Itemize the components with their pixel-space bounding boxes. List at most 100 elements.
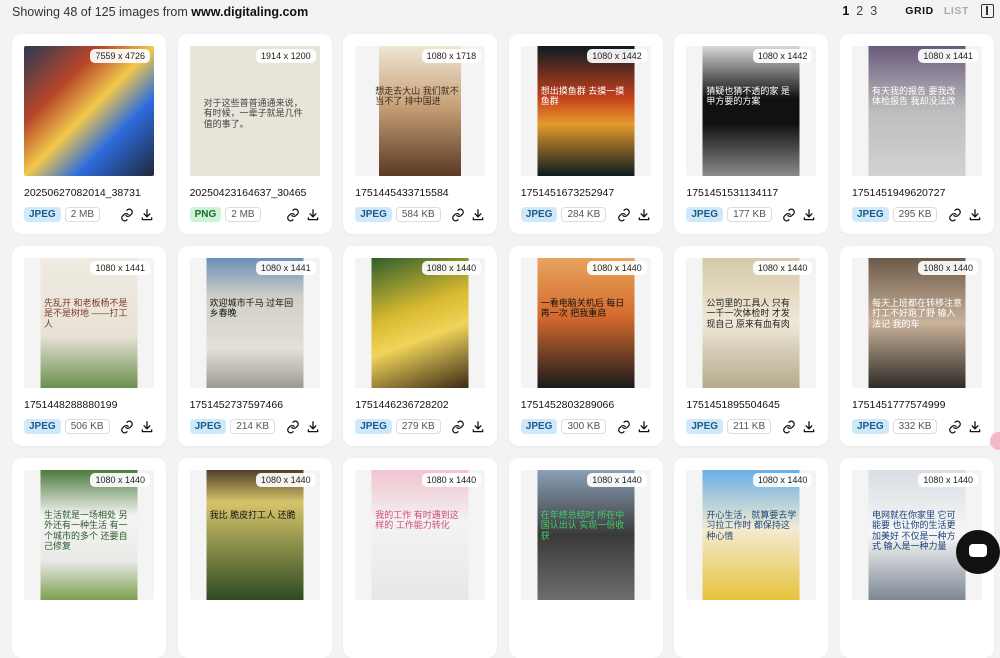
download-icon[interactable] (802, 208, 816, 222)
dimensions-badge: 1080 x 1440 (918, 261, 978, 275)
image-thumbnail[interactable]: 1080 x 1440 (355, 258, 486, 388)
download-icon[interactable] (306, 208, 320, 222)
image-card[interactable]: 对于这些普普通通来说，有时候，一辈子就是几件值的事了。 1914 x 1200 20… (177, 34, 332, 234)
copy-link-icon[interactable] (617, 208, 631, 222)
copy-link-icon[interactable] (120, 420, 134, 434)
image-card[interactable]: 先乱开 和老板杨不是 是不是树地 ——打工人 1080 x 1441 1751448… (12, 246, 166, 446)
file-type-badge: JPEG (686, 207, 724, 222)
image-thumbnail[interactable]: 一看电脑关机后 每日 再一次 把我重启 1080 x 1440 (520, 258, 651, 388)
image-thumbnail[interactable]: 每天上班都在转移注意 打工不好跑了野 输入法记 我的车 1080 x 1440 (851, 258, 982, 388)
pagination: 1 2 3 (842, 4, 877, 18)
download-icon[interactable] (968, 420, 982, 434)
grid-view-button[interactable]: GRID (905, 5, 934, 17)
image-thumbnail[interactable]: 有天我的报告 要我改 体检报告 我却没法改 1080 x 1441 (851, 46, 982, 176)
chat-bubble-icon[interactable] (956, 530, 1000, 574)
copy-link-icon[interactable] (948, 420, 962, 434)
thumbnail-image (537, 258, 635, 388)
card-actions (286, 420, 320, 434)
thumbnail-caption: 我的工作 有时遇到这样的 工作能力转化 (375, 510, 459, 531)
page-1-link[interactable]: 1 (842, 4, 849, 18)
image-card[interactable]: 我的工作 有时遇到这样的 工作能力转化 1080 x 1440 (343, 458, 498, 658)
copy-link-icon[interactable] (617, 420, 631, 434)
file-type-badge: JPEG (851, 207, 889, 222)
image-card[interactable]: 有天我的报告 要我改 体检报告 我却没法改 1080 x 1441 17514519… (839, 34, 994, 234)
image-thumbnail[interactable]: 我的工作 有时遇到这样的 工作能力转化 1080 x 1440 (355, 470, 486, 600)
image-thumbnail[interactable]: 想走去大山 我们就不当不了 排中国进 1080 x 1718 (355, 46, 486, 176)
file-meta: PNG 2 MB (189, 207, 320, 222)
download-icon[interactable] (802, 420, 816, 434)
image-thumbnail[interactable]: 对于这些普普通通来说，有时候，一辈子就是几件值的事了。 1914 x 1200 (189, 46, 320, 176)
copy-link-icon[interactable] (286, 420, 300, 434)
image-thumbnail[interactable]: 公司里的工具人 只有一千一次体检时 才发现自己 原来有血有肉 1080 x 144… (686, 258, 817, 388)
image-card[interactable]: 在年终总结时 所在中国认出认 实现一份收获 1080 x 1440 (508, 458, 663, 658)
sidebar-toggle-icon[interactable] (981, 4, 994, 18)
image-thumbnail[interactable]: 先乱开 和老板杨不是 是不是树地 ——打工人 1080 x 1441 (24, 258, 154, 388)
dimensions-badge: 1914 x 1200 (256, 49, 316, 63)
image-card[interactable]: 生活就是一场相处 另外还有一种生活 有一个城市的多个 还要自己修复 1080 x … (12, 458, 166, 658)
image-thumbnail[interactable]: 想出摸鱼群 去摸一摸 鱼群 1080 x 1442 (520, 46, 651, 176)
card-actions (120, 420, 154, 434)
image-card[interactable]: 7559 x 4726 20250627082014_38731 JPEG 2 MB (12, 34, 166, 234)
file-size: 2 MB (64, 207, 101, 222)
download-icon[interactable] (637, 420, 651, 434)
copy-link-icon[interactable] (286, 208, 300, 222)
thumbnail-caption: 猜疑也猜不透的家 是甲方要的方案 (706, 86, 790, 107)
file-name: 1751445433715584 (355, 187, 449, 199)
thumbnail-caption: 开心生活，就算要去学习拉工作时 都保持这种心情 (706, 510, 797, 541)
card-actions (286, 208, 320, 222)
file-size: 211 KB (727, 419, 772, 434)
page-3-link[interactable]: 3 (870, 4, 877, 18)
thumbnail-image (371, 258, 469, 388)
image-thumbnail[interactable]: 猜疑也猜不透的家 是甲方要的方案 1080 x 1442 (686, 46, 817, 176)
dimensions-badge: 1080 x 1441 (918, 49, 978, 63)
image-card[interactable]: 每天上班都在转移注意 打工不好跑了野 输入法记 我的车 1080 x 1440 17… (839, 246, 994, 446)
image-thumbnail[interactable]: 我比 脆皮打工人 还脆 1080 x 1440 (189, 470, 320, 600)
image-card[interactable]: 一看电脑关机后 每日 再一次 把我重启 1080 x 1440 1751452803… (508, 246, 663, 446)
dimensions-badge: 1080 x 1442 (752, 49, 813, 63)
thumbnail-image (379, 46, 462, 176)
copy-link-icon[interactable] (120, 208, 134, 222)
image-card[interactable]: 想走去大山 我们就不当不了 排中国进 1080 x 1718 17514454337… (343, 34, 498, 234)
file-size: 2 MB (225, 207, 261, 222)
thumbnail-caption: 有天我的报告 要我改 体检报告 我却没法改 (871, 86, 956, 107)
copy-link-icon[interactable] (948, 208, 962, 222)
download-icon[interactable] (140, 420, 154, 434)
image-card[interactable]: 我比 脆皮打工人 还脆 1080 x 1440 (177, 458, 332, 658)
dimensions-badge: 1080 x 1440 (752, 473, 813, 487)
file-size: 300 KB (561, 419, 607, 434)
image-card[interactable]: 欢迎城市千马 过年回乡春晚 1080 x 1441 1751452737597466… (177, 246, 332, 446)
copy-link-icon[interactable] (451, 420, 465, 434)
image-card[interactable]: 公司里的工具人 只有一千一次体检时 才发现自己 原来有血有肉 1080 x 144… (674, 246, 829, 446)
file-type-badge: JPEG (851, 419, 889, 434)
list-view-button[interactable]: LIST (944, 5, 969, 17)
copy-link-icon[interactable] (782, 420, 796, 434)
download-icon[interactable] (637, 208, 651, 222)
image-card[interactable]: 1080 x 1440 1751446236728202 JPEG 279 KB (343, 246, 498, 446)
card-actions (948, 420, 982, 434)
download-icon[interactable] (471, 420, 485, 434)
image-card[interactable]: 猜疑也猜不透的家 是甲方要的方案 1080 x 1442 1751451531134… (674, 34, 829, 234)
download-icon[interactable] (140, 208, 154, 222)
copy-link-icon[interactable] (782, 208, 796, 222)
dimensions-badge: 1080 x 1440 (918, 473, 978, 487)
download-icon[interactable] (306, 420, 320, 434)
thumbnail-image (537, 46, 635, 176)
file-name: 20250627082014_38731 (24, 187, 141, 199)
image-thumbnail[interactable]: 7559 x 4726 (24, 46, 154, 176)
image-thumbnail[interactable]: 在年终总结时 所在中国认出认 实现一份收获 1080 x 1440 (520, 470, 651, 600)
file-size: 506 KB (64, 419, 110, 434)
image-card[interactable]: 开心生活，就算要去学习拉工作时 都保持这种心情 1080 x 1440 (674, 458, 829, 658)
download-icon[interactable] (968, 208, 982, 222)
file-name: 1751451531134117 (686, 187, 779, 199)
file-size: 177 KB (727, 207, 772, 222)
download-icon[interactable] (471, 208, 485, 222)
image-card[interactable]: 想出摸鱼群 去摸一摸 鱼群 1080 x 1442 1751451673252947… (508, 34, 663, 234)
copy-link-icon[interactable] (451, 208, 465, 222)
image-thumbnail[interactable]: 开心生活，就算要去学习拉工作时 都保持这种心情 1080 x 1440 (686, 470, 817, 600)
dimensions-badge: 1080 x 1440 (421, 261, 482, 275)
image-thumbnail[interactable]: 生活就是一场相处 另外还有一种生活 有一个城市的多个 还要自己修复 1080 x … (24, 470, 154, 600)
page-2-link[interactable]: 2 (856, 4, 863, 18)
image-grid: 7559 x 4726 20250627082014_38731 JPEG 2 MB 对… (12, 34, 994, 658)
source-domain[interactable]: www.digitaling.com (191, 5, 308, 19)
image-thumbnail[interactable]: 欢迎城市千马 过年回乡春晚 1080 x 1441 (189, 258, 320, 388)
